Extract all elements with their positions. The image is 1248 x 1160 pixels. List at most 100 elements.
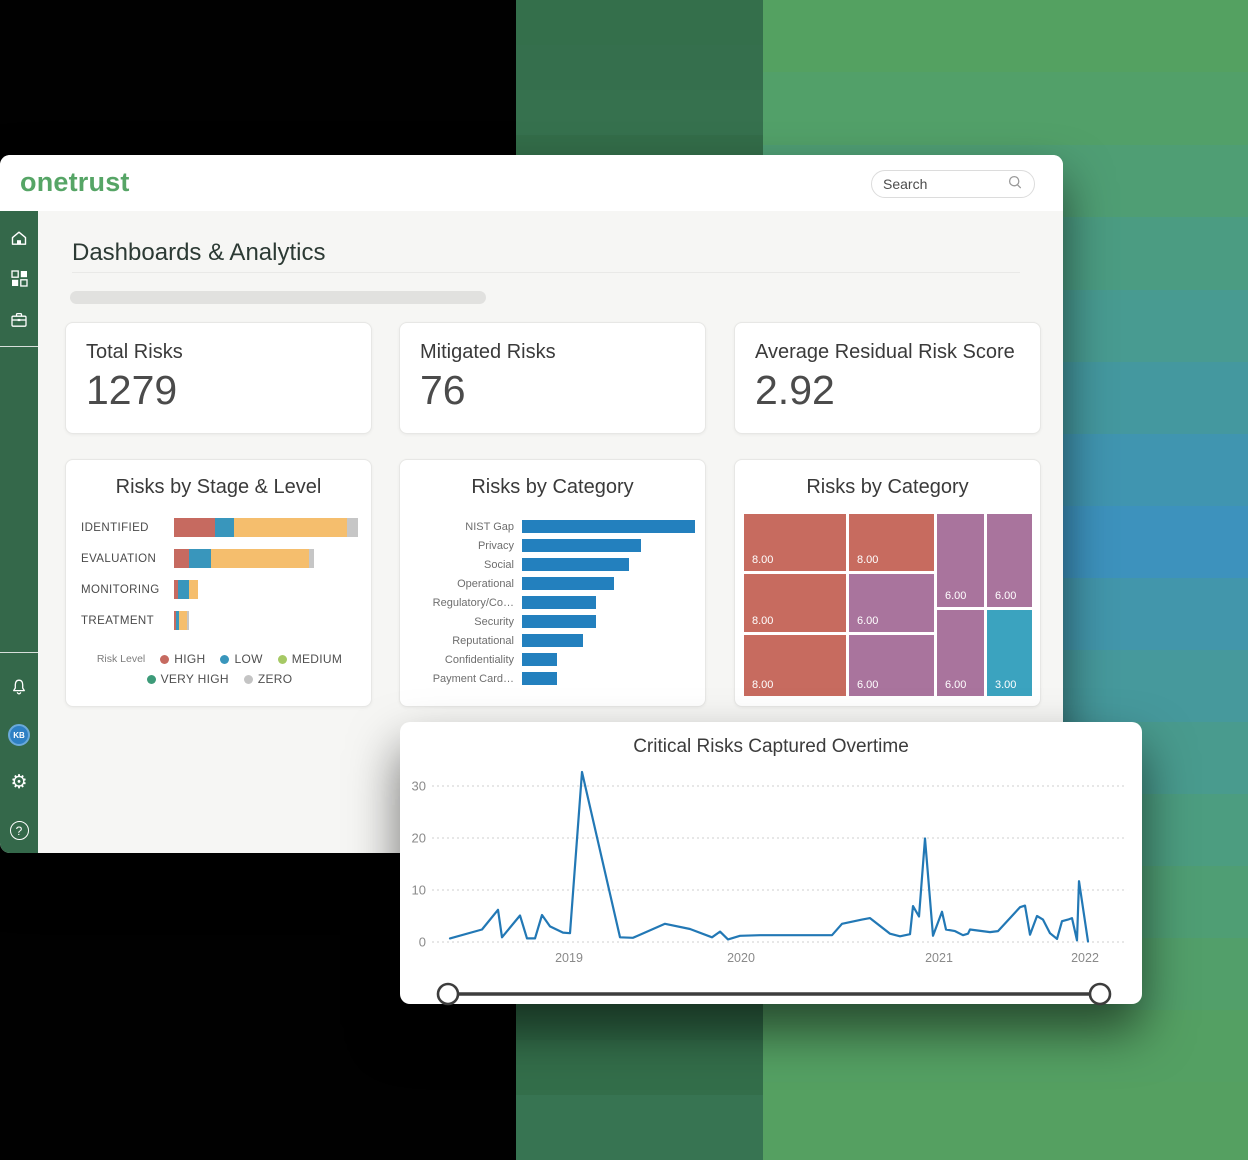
treemap-cell-value: 6.00 [857, 679, 878, 691]
sidebar-item-notifications[interactable] [0, 677, 38, 702]
kpi-label: Total Risks [86, 341, 183, 364]
stage-label: IDENTIFIED [81, 522, 174, 534]
bar-track [522, 596, 695, 609]
bar-segment-low[interactable] [215, 518, 234, 537]
stacked-bar-row: MONITORING [81, 580, 359, 599]
category-bar[interactable] [522, 653, 557, 666]
x-axis-tick-label: 2019 [555, 951, 583, 965]
category-bar-row: Social [412, 558, 695, 571]
kpi-card-total-risks: Total Risks 1279 [65, 322, 372, 434]
chart-title: Risks by Stage & Level [66, 476, 371, 499]
bar-segment-zero[interactable] [309, 549, 314, 568]
line-chart: 01020302019202020212022 [400, 760, 1142, 972]
treemap-cell-value: 6.00 [857, 615, 878, 627]
category-label: NIST Gap [412, 521, 522, 533]
bar-segment-high[interactable] [174, 518, 215, 537]
treemap-cell-value: 8.00 [752, 554, 773, 566]
time-range-slider [400, 978, 1142, 1010]
category-bar-row: Operational [412, 577, 695, 590]
kpi-value: 76 [420, 367, 466, 414]
avatar: KB [8, 724, 30, 746]
sidebar-item-help[interactable]: ? [0, 821, 38, 840]
treemap-cell[interactable]: 6.00 [849, 574, 934, 632]
legend-label: VERY HIGH [161, 672, 229, 686]
treemap-cell[interactable]: 6.00 [937, 610, 984, 696]
sidebar-user-avatar[interactable]: KB [0, 724, 38, 746]
bar-track [174, 518, 359, 537]
treemap-cell-value: 8.00 [752, 615, 773, 627]
gear-icon: ⚙ [10, 773, 27, 792]
category-bar-row: Payment Card… [412, 672, 695, 685]
sidebar-item-home[interactable] [0, 228, 38, 253]
kpi-card-average-residual-risk-score: Average Residual Risk Score 2.92 [734, 322, 1041, 434]
help-icon: ? [10, 821, 29, 840]
search-icon[interactable] [1007, 174, 1023, 195]
sidebar-item-dashboards[interactable] [0, 269, 38, 293]
treemap-cell[interactable]: 8.00 [744, 574, 846, 632]
legend-item-zero: ZERO [244, 672, 293, 686]
stacked-bar-chart: IDENTIFIEDEVALUATIONMONITORINGTREATMENT [81, 518, 359, 642]
page-title: Dashboards & Analytics [72, 239, 325, 267]
category-label: Reputational [412, 635, 522, 647]
x-axis-tick-label: 2022 [1071, 951, 1099, 965]
bar-segment-low[interactable] [189, 549, 211, 568]
category-bar[interactable] [522, 634, 583, 647]
legend-item-high: HIGH [160, 652, 205, 666]
category-bar[interactable] [522, 596, 596, 609]
legend-dot [244, 675, 253, 684]
search-input[interactable]: Search [871, 170, 1035, 198]
treemap-cell[interactable]: 6.00 [849, 635, 934, 696]
bar-segment-zero[interactable] [187, 611, 189, 630]
category-bar-chart: NIST GapPrivacySocialOperationalRegulato… [412, 520, 695, 691]
category-bar[interactable] [522, 539, 641, 552]
sidebar-item-workspace[interactable] [0, 310, 38, 335]
category-bar[interactable] [522, 520, 695, 533]
category-label: Payment Card… [412, 673, 522, 685]
treemap-cell[interactable]: 6.00 [987, 514, 1032, 607]
treemap-cell[interactable]: 8.00 [849, 514, 934, 571]
bar-segment-medium[interactable] [179, 611, 187, 630]
treemap-cell-value: 8.00 [752, 679, 773, 691]
bar-segment-high[interactable] [174, 549, 189, 568]
critical-risks-line-series[interactable] [450, 772, 1088, 942]
treemap-cell[interactable]: 3.00 [987, 610, 1032, 696]
sidebar-divider-bottom [0, 652, 38, 653]
bar-segment-medium[interactable] [234, 518, 347, 537]
risks-by-stage-level-card: Risks by Stage & Level IDENTIFIEDEVALUAT… [65, 459, 372, 707]
category-bar[interactable] [522, 615, 596, 628]
title-divider [72, 272, 1020, 273]
bar-track [522, 634, 695, 647]
legend-label: ZERO [258, 672, 293, 686]
stacked-bar-row: TREATMENT [81, 611, 359, 630]
sidebar-item-settings[interactable]: ⚙ [0, 773, 38, 792]
x-axis-tick-label: 2020 [727, 951, 755, 965]
treemap-cell-value: 6.00 [995, 590, 1016, 602]
legend-dot [147, 675, 156, 684]
bar-segment-zero[interactable] [347, 518, 358, 537]
bar-segment-low[interactable] [178, 580, 189, 599]
treemap-cell[interactable]: 8.00 [744, 635, 846, 696]
category-bar[interactable] [522, 577, 614, 590]
bar-track [522, 577, 695, 590]
bell-icon [9, 677, 29, 702]
chart-title: Risks by Category [735, 476, 1040, 499]
risks-by-category-treemap-card: Risks by Category 8.008.008.008.006.006.… [734, 459, 1041, 707]
treemap-cell-value: 6.00 [945, 679, 966, 691]
bar-segment-medium[interactable] [189, 580, 198, 599]
bar-segment-medium[interactable] [211, 549, 309, 568]
slider-handle-start[interactable] [438, 984, 458, 1004]
y-axis-tick-label: 20 [412, 831, 426, 846]
legend-caption: Risk Level [97, 653, 145, 665]
y-axis-tick-label: 10 [412, 883, 426, 898]
legend-dot [160, 655, 169, 664]
legend-item-medium: MEDIUM [278, 652, 342, 666]
treemap-cell[interactable]: 6.00 [937, 514, 984, 607]
slider-handle-end[interactable] [1090, 984, 1110, 1004]
category-bar[interactable] [522, 672, 557, 685]
onetrust-logo[interactable]: onetrust [20, 167, 130, 198]
filter-skeleton-bar [70, 291, 486, 304]
kpi-label: Mitigated Risks [420, 341, 556, 364]
treemap-cell[interactable]: 8.00 [744, 514, 846, 571]
category-label: Regulatory/Co… [412, 597, 522, 609]
category-bar[interactable] [522, 558, 629, 571]
